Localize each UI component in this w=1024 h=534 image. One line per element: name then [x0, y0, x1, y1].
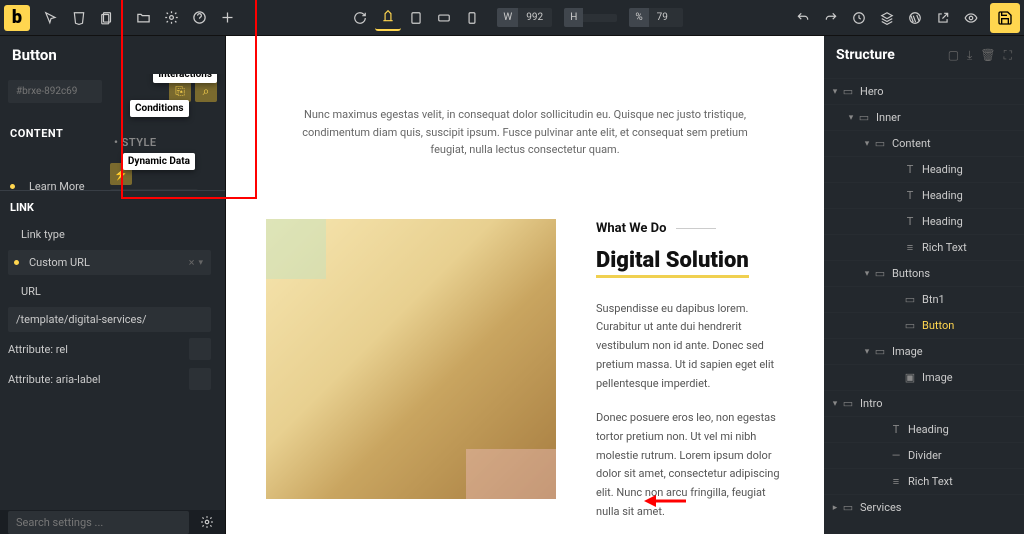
- tree-node-heading[interactable]: THeading: [824, 182, 1024, 208]
- tooltip-interactions: Interactions: [153, 74, 217, 83]
- link-type-select[interactable]: Custom URL× ▾: [8, 250, 211, 275]
- tree-node-buttons[interactable]: ▾▭Buttons: [824, 260, 1024, 286]
- structure-panel: Structure ▢ ⤓ 🗑 ⛶ ▾▭Hero▾▭Inner▾▭Content…: [824, 36, 1024, 534]
- undo-icon[interactable]: [790, 5, 816, 31]
- structure-title: Structure: [836, 47, 942, 63]
- redo-icon[interactable]: [818, 5, 844, 31]
- left-panel: Button #brxe-892c69 CONTENT Learn More S…: [0, 36, 226, 534]
- element-id[interactable]: #brxe-892c69: [8, 80, 102, 103]
- tree-node-rich-text[interactable]: ≡Rich Text: [824, 468, 1024, 494]
- save-button[interactable]: [990, 3, 1020, 33]
- tree-node-hero[interactable]: ▾▭Hero: [824, 78, 1024, 104]
- preview-icon[interactable]: [958, 5, 984, 31]
- topbar: b W992 H %79: [0, 0, 1024, 36]
- panel-title: Button: [12, 46, 213, 64]
- url-input[interactable]: /template/digital-services/: [8, 307, 211, 332]
- canvas-heading: Digital Solution: [596, 248, 749, 278]
- interactions-icon[interactable]: ⎘: [169, 80, 191, 102]
- canvas-intro-text: Nunc maximus egestas velit, in consequat…: [226, 36, 824, 179]
- layers-icon[interactable]: [874, 5, 900, 31]
- canvas-image-placeholder: [266, 219, 556, 499]
- tree-node-services[interactable]: ▸▭Services: [824, 494, 1024, 520]
- pointer-icon[interactable]: [38, 5, 64, 31]
- tree-node-image[interactable]: ▣Image: [824, 364, 1024, 390]
- breakpoint-mobile-icon[interactable]: [459, 5, 485, 31]
- tree-node-image[interactable]: ▾▭Image: [824, 338, 1024, 364]
- logo[interactable]: b: [4, 5, 30, 31]
- css-icon[interactable]: [66, 5, 92, 31]
- structure-expand-icon[interactable]: ⛶: [1004, 48, 1012, 63]
- tooltip-dynamic: Dynamic Data: [123, 153, 195, 170]
- structure-box-icon[interactable]: ▢: [948, 48, 959, 63]
- tree-node-divider[interactable]: —Divider: [824, 442, 1024, 468]
- settings-icon[interactable]: [158, 5, 184, 31]
- tree-node-heading[interactable]: THeading: [824, 416, 1024, 442]
- breakpoint-tablet-icon[interactable]: [403, 5, 429, 31]
- refresh-icon[interactable]: [347, 5, 373, 31]
- tooltip-conditions: Conditions: [130, 100, 189, 117]
- tree-node-inner[interactable]: ▾▭Inner: [824, 104, 1024, 130]
- tree-node-btn1[interactable]: ▭Btn1: [824, 286, 1024, 312]
- revisions-icon[interactable]: [846, 5, 872, 31]
- tree-node-rich-text[interactable]: ≡Rich Text: [824, 234, 1024, 260]
- folder-icon[interactable]: [130, 5, 156, 31]
- structure-trash-icon[interactable]: 🗑: [980, 48, 995, 63]
- zoom-input[interactable]: %79: [629, 8, 682, 27]
- width-input[interactable]: W992: [497, 8, 552, 27]
- url-label: URL: [13, 285, 219, 298]
- tree-node-content[interactable]: ▾▭Content: [824, 130, 1024, 156]
- wordpress-icon[interactable]: [902, 5, 928, 31]
- attr-aria-row[interactable]: Attribute: aria-label: [0, 364, 219, 394]
- annotation-arrow-icon: [644, 492, 686, 510]
- height-input[interactable]: H: [564, 8, 617, 27]
- link-section-header: LINK: [0, 190, 225, 220]
- tree-node-button[interactable]: ▭Button: [824, 312, 1024, 338]
- attr-rel-row[interactable]: Attribute: rel: [0, 334, 219, 364]
- add-icon[interactable]: [214, 5, 240, 31]
- tab-content[interactable]: CONTENT: [8, 121, 102, 146]
- tree-node-intro[interactable]: ▾▭Intro: [824, 390, 1024, 416]
- search-settings-input[interactable]: Search settings ...: [8, 511, 189, 534]
- canvas-p2: Donec posuere eros leo, non egestas tort…: [596, 409, 784, 521]
- canvas-p1: Suspendisse eu dapibus lorem. Curabitur …: [596, 300, 784, 393]
- footer-gear-icon[interactable]: [197, 512, 217, 532]
- structure-download-icon[interactable]: ⤓: [967, 48, 972, 63]
- canvas-eyebrow: What We Do: [596, 221, 784, 236]
- tree-node-heading[interactable]: THeading: [824, 208, 1024, 234]
- tree-node-heading[interactable]: THeading: [824, 156, 1024, 182]
- breakpoint-landscape-icon[interactable]: [431, 5, 457, 31]
- breakpoint-base-icon[interactable]: [375, 5, 401, 31]
- canvas[interactable]: Nunc maximus egestas velit, in consequat…: [226, 36, 824, 534]
- conditions-icon[interactable]: ⌕: [195, 80, 217, 102]
- link-type-label: Link type: [13, 228, 219, 241]
- external-icon[interactable]: [930, 5, 956, 31]
- help-icon[interactable]: [186, 5, 212, 31]
- text-value[interactable]: Learn More: [21, 180, 102, 191]
- pages-icon[interactable]: [94, 5, 120, 31]
